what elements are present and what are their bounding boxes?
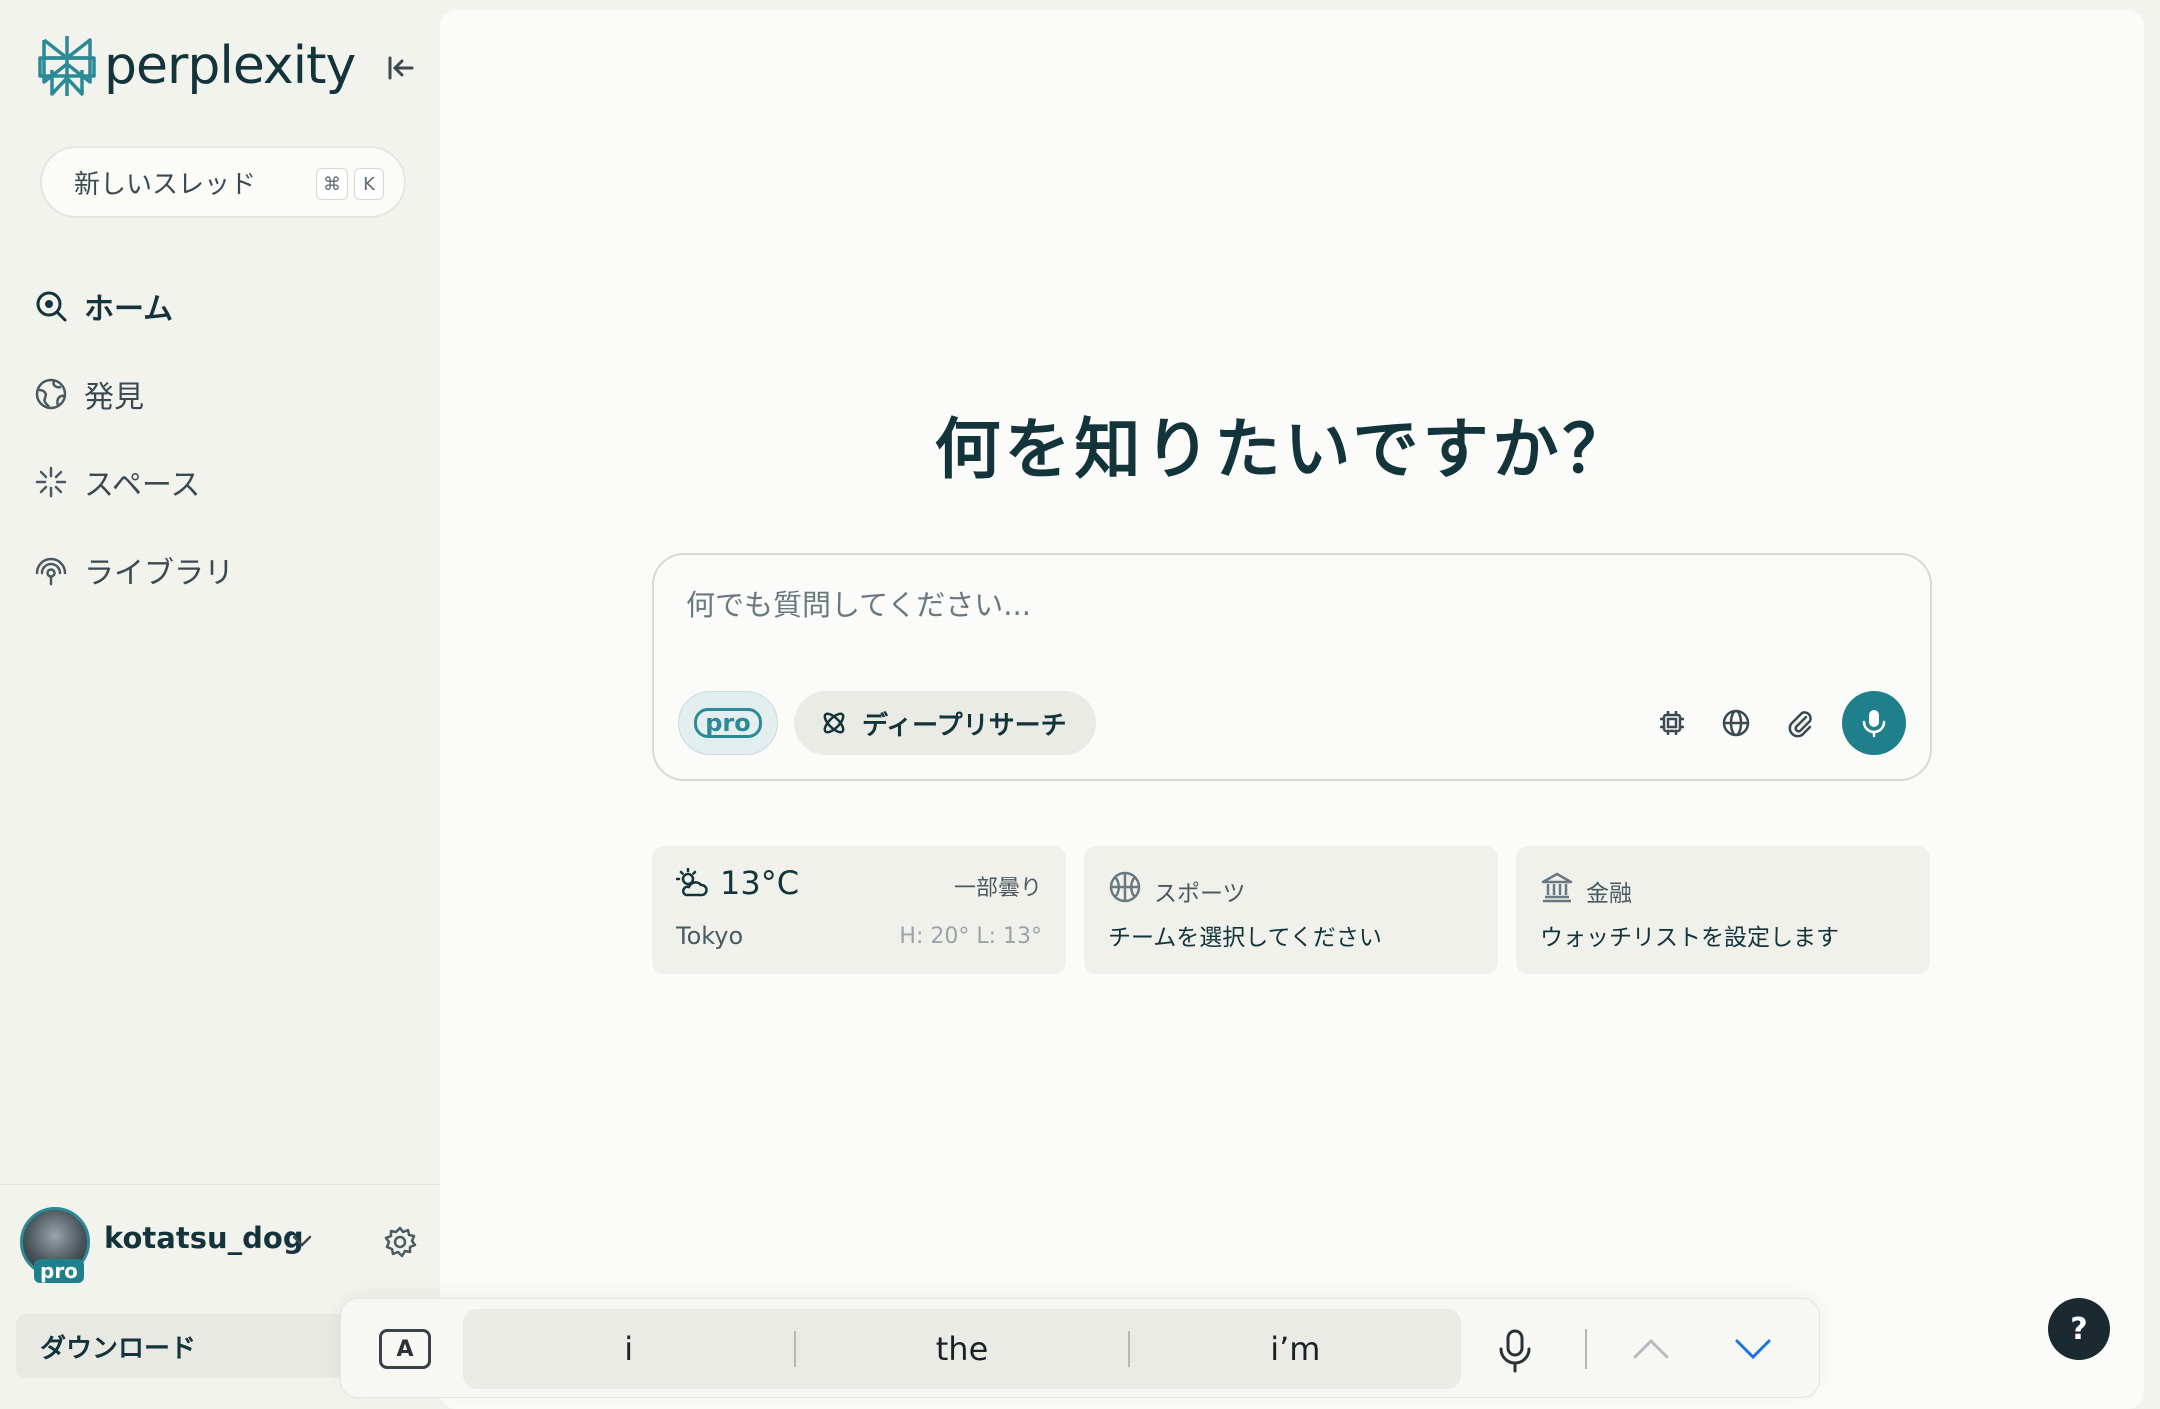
chevron-down-icon[interactable]	[1733, 1335, 1773, 1363]
input-mode-toggle[interactable]: A	[379, 1329, 431, 1369]
globe-icon[interactable]	[1720, 707, 1752, 739]
ask-box: pro ディープリサーチ	[652, 553, 1932, 781]
pro-toggle-label: pro	[694, 708, 762, 738]
pro-toggle[interactable]: pro	[678, 691, 778, 755]
perplexity-logo-icon	[38, 36, 96, 96]
ask-input[interactable]	[686, 581, 1886, 629]
help-button[interactable]: ?	[2048, 1298, 2110, 1360]
dictation-mic-icon[interactable]	[1497, 1329, 1533, 1373]
atom-icon	[823, 712, 845, 734]
sidebar-item-label: 発見	[84, 380, 144, 415]
sidebar: perplexity 新しいスレッド ⌘ K ホーム 発見 スペース ライブラリ…	[0, 0, 440, 1409]
suggestion-item[interactable]: i’m	[1130, 1330, 1461, 1368]
sidebar-item-discover[interactable]: 発見	[34, 350, 234, 438]
shortcut-hint: ⌘ K	[316, 168, 384, 200]
finance-widget[interactable]: 金融 ウォッチリストを設定します	[1516, 846, 1930, 974]
collapse-left-icon	[388, 56, 414, 80]
sidebar-item-label: ホーム	[84, 292, 174, 327]
weather-city: Tokyo	[676, 922, 744, 950]
partly-cloudy-icon	[676, 868, 708, 897]
microphone-icon	[1862, 710, 1886, 738]
logo-text: perplexity	[104, 36, 356, 96]
sidebar-nav: ホーム 発見 スペース ライブラリ	[34, 262, 234, 614]
sidebar-item-home[interactable]: ホーム	[34, 262, 234, 350]
sparkle-icon	[35, 466, 67, 498]
sports-title: スポーツ	[1154, 881, 1246, 907]
new-thread-label: 新しいスレッド	[74, 169, 257, 200]
kbd-cmd: ⌘	[316, 168, 348, 200]
collapse-sidebar-button[interactable]	[380, 48, 420, 88]
suggestion-strip: i the i’m	[463, 1309, 1461, 1389]
toolbar-divider	[1585, 1329, 1587, 1369]
sidebar-item-label: ライブラリ	[84, 556, 234, 591]
paperclip-icon[interactable]	[1784, 707, 1816, 739]
finance-subtitle: ウォッチリストを設定します	[1540, 925, 1839, 951]
library-icon	[35, 557, 67, 586]
voice-mode-button[interactable]	[1842, 691, 1906, 755]
chevron-down-icon	[292, 1235, 312, 1247]
user-menu[interactable]: pro kotatsu_dog	[0, 1184, 440, 1296]
weather-widget[interactable]: 13°C 一部曇り Tokyo H: 20° L: 13°	[652, 846, 1066, 974]
chip-icon[interactable]	[1656, 707, 1688, 739]
suggestion-item[interactable]: i	[463, 1330, 794, 1368]
page-title: 何を知りたいですか？	[934, 411, 1633, 488]
weather-temp: 13°C	[720, 864, 800, 902]
download-button[interactable]: ダウンロード	[16, 1314, 346, 1378]
sidebar-item-spaces[interactable]: スペース	[34, 438, 234, 526]
home-search-icon	[36, 291, 67, 322]
main-content: 何を知りたいですか？ pro ディープリサーチ	[440, 10, 2144, 1409]
perplexity-logo[interactable]: perplexity	[38, 34, 356, 98]
suggestion-item[interactable]: the	[796, 1330, 1127, 1368]
gear-icon	[384, 1226, 417, 1258]
new-thread-button[interactable]: 新しいスレッド ⌘ K	[40, 146, 406, 218]
finance-title: 金融	[1586, 881, 1632, 907]
download-label: ダウンロード	[40, 1333, 197, 1364]
kbd-k: K	[354, 168, 384, 200]
chevron-up-icon[interactable]	[1631, 1335, 1671, 1363]
sports-subtitle: チームを選択してください	[1108, 925, 1382, 951]
keyboard-suggestion-bar: A i the i’m	[340, 1298, 1820, 1398]
weather-condition: 一部曇り	[953, 876, 1042, 901]
sports-widget[interactable]: スポーツ チームを選択してください	[1084, 846, 1498, 974]
globe-icon	[35, 378, 67, 410]
weather-high-low: H: 20° L: 13°	[899, 924, 1042, 949]
pro-badge: pro	[34, 1259, 84, 1283]
deep-research-label: ディープリサーチ	[862, 710, 1067, 741]
basketball-icon	[1109, 871, 1141, 903]
deep-research-button[interactable]: ディープリサーチ	[794, 691, 1096, 755]
settings-button[interactable]	[382, 1224, 418, 1260]
bank-icon	[1541, 872, 1573, 903]
sidebar-item-library[interactable]: ライブラリ	[34, 526, 234, 614]
sidebar-item-label: スペース	[84, 468, 201, 503]
username: kotatsu_dog	[104, 1221, 304, 1255]
